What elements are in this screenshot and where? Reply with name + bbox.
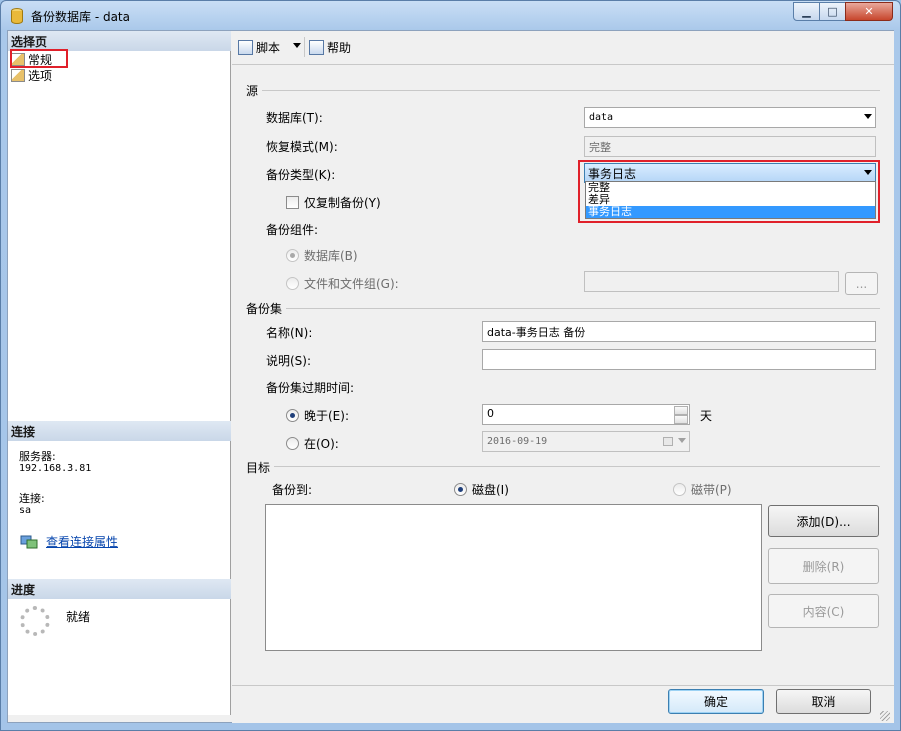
expire-on-radio[interactable] [286,437,299,450]
chevron-down-icon [864,114,872,119]
database-select-value: data [589,112,614,123]
files-field [584,271,839,292]
component-files-radio[interactable] [286,277,299,290]
disk-label: 磁盘(I) [472,483,509,497]
connection-value: sa [19,505,32,516]
add-destination-button[interactable]: 添加(D)... [768,505,879,537]
group-divider [286,308,880,309]
select-page-header: 选择页 [8,31,231,51]
backup-set-group-label: 备份集 [246,302,283,316]
expiration-label: 备份集过期时间: [266,381,355,395]
tape-radio[interactable] [673,483,686,496]
script-label: 脚本 [256,41,281,55]
destination-list[interactable] [265,504,762,651]
component-files-label: 文件和文件组(G): [304,277,399,291]
tape-label: 磁带(P) [691,483,732,497]
annotation-highlight-box [578,160,880,223]
expire-days-stepper[interactable]: 0 [482,404,690,425]
destination-group-label: 目标 [246,461,271,475]
component-database-label: 数据库(B) [304,249,358,263]
title-bar[interactable]: 备份数据库 - data ▁ □ ✕ [1,1,900,31]
maximize-icon: □ [827,5,838,18]
backup-component-label: 备份组件: [266,223,319,237]
component-database-radio[interactable] [286,249,299,262]
server-value: 192.168.3.81 [19,463,92,474]
backup-name-input[interactable]: data-事务日志 备份 [482,321,876,342]
recovery-model-label: 恢复模式(M): [266,140,338,154]
resize-grip-icon[interactable] [880,711,890,721]
minimize-button[interactable]: ▁ [793,2,820,21]
spin-down-icon[interactable] [674,415,688,424]
copy-only-checkbox[interactable] [286,196,299,209]
help-icon [309,40,324,55]
recovery-model-field: 完整 [584,136,876,157]
close-button[interactable]: ✕ [845,2,893,21]
server-label: 服务器: [19,450,56,463]
progress-header: 进度 [8,579,231,599]
expire-after-label: 晚于(E): [304,409,349,423]
tape-row: 磁带(P) [673,481,732,498]
expire-on-label: 在(O): [304,437,339,451]
connection-properties-icon [20,535,38,549]
database-select[interactable]: data [584,107,876,128]
chevron-down-icon [678,438,686,443]
database-icon [11,8,23,24]
expire-after-row: 晚于(E): [286,407,349,424]
window-title: 备份数据库 - data [31,10,130,24]
toolbar: 脚本 帮助 [232,31,894,65]
expire-date-picker[interactable]: 2016-09-19 [482,431,690,452]
script-dropdown-arrow-icon[interactable] [293,43,301,48]
expire-on-row: 在(O): [286,435,339,452]
script-icon [238,40,253,55]
page-icon [11,68,25,82]
help-label: 帮助 [327,41,352,55]
expire-after-radio[interactable] [286,409,299,422]
script-button[interactable]: 脚本 [238,39,280,56]
copy-only-label: 仅复制备份(Y) [304,196,381,210]
left-pane: 选择页 常规 选项 连接 服务器: 192.168.3.81 连接: sa 查看… [8,31,231,715]
page-item-label: 选项 [28,68,53,83]
description-input[interactable] [482,349,876,370]
help-button[interactable]: 帮助 [309,39,351,56]
expire-date-value: 2016-09-19 [487,436,548,447]
files-browse-button[interactable]: ... [845,272,878,295]
database-label: 数据库(T): [266,111,323,125]
component-files-row: 文件和文件组(G): [286,275,399,292]
contents-button[interactable]: 内容(C) [768,594,879,628]
description-label: 说明(S): [266,354,312,368]
expire-days-value: 0 [487,407,494,420]
disk-row: 磁盘(I) [454,481,509,498]
backup-to-label: 备份到: [272,483,313,497]
connection-label: 连接: [19,492,45,505]
copy-only-checkbox-row[interactable]: 仅复制备份(Y) [286,194,381,211]
calendar-icon [663,437,673,446]
cancel-button[interactable]: 取消 [776,689,871,714]
backup-type-label: 备份类型(K): [266,168,336,182]
maximize-button[interactable]: □ [819,2,846,21]
component-database-row: 数据库(B) [286,247,358,264]
toolbar-separator [304,37,305,57]
spin-up-icon[interactable] [674,406,688,415]
progress-spinner-icon [20,606,50,636]
minimize-icon: ▁ [802,5,811,18]
connection-header: 连接 [8,421,231,441]
backup-name-label: 名称(N): [266,326,313,340]
close-icon: ✕ [864,5,874,18]
view-connection-properties-link[interactable]: 查看连接属性 [46,533,118,550]
annotation-highlight-box [10,49,68,68]
group-divider [262,90,880,91]
progress-status: 就绪 [66,610,91,624]
ok-button[interactable]: 确定 [668,689,764,714]
group-divider [274,466,880,467]
page-item-options[interactable]: 选项 [11,67,52,83]
remove-destination-button[interactable]: 删除(R) [768,548,879,584]
source-group-label: 源 [246,84,259,98]
days-unit-label: 天 [700,409,713,423]
disk-radio[interactable] [454,483,467,496]
